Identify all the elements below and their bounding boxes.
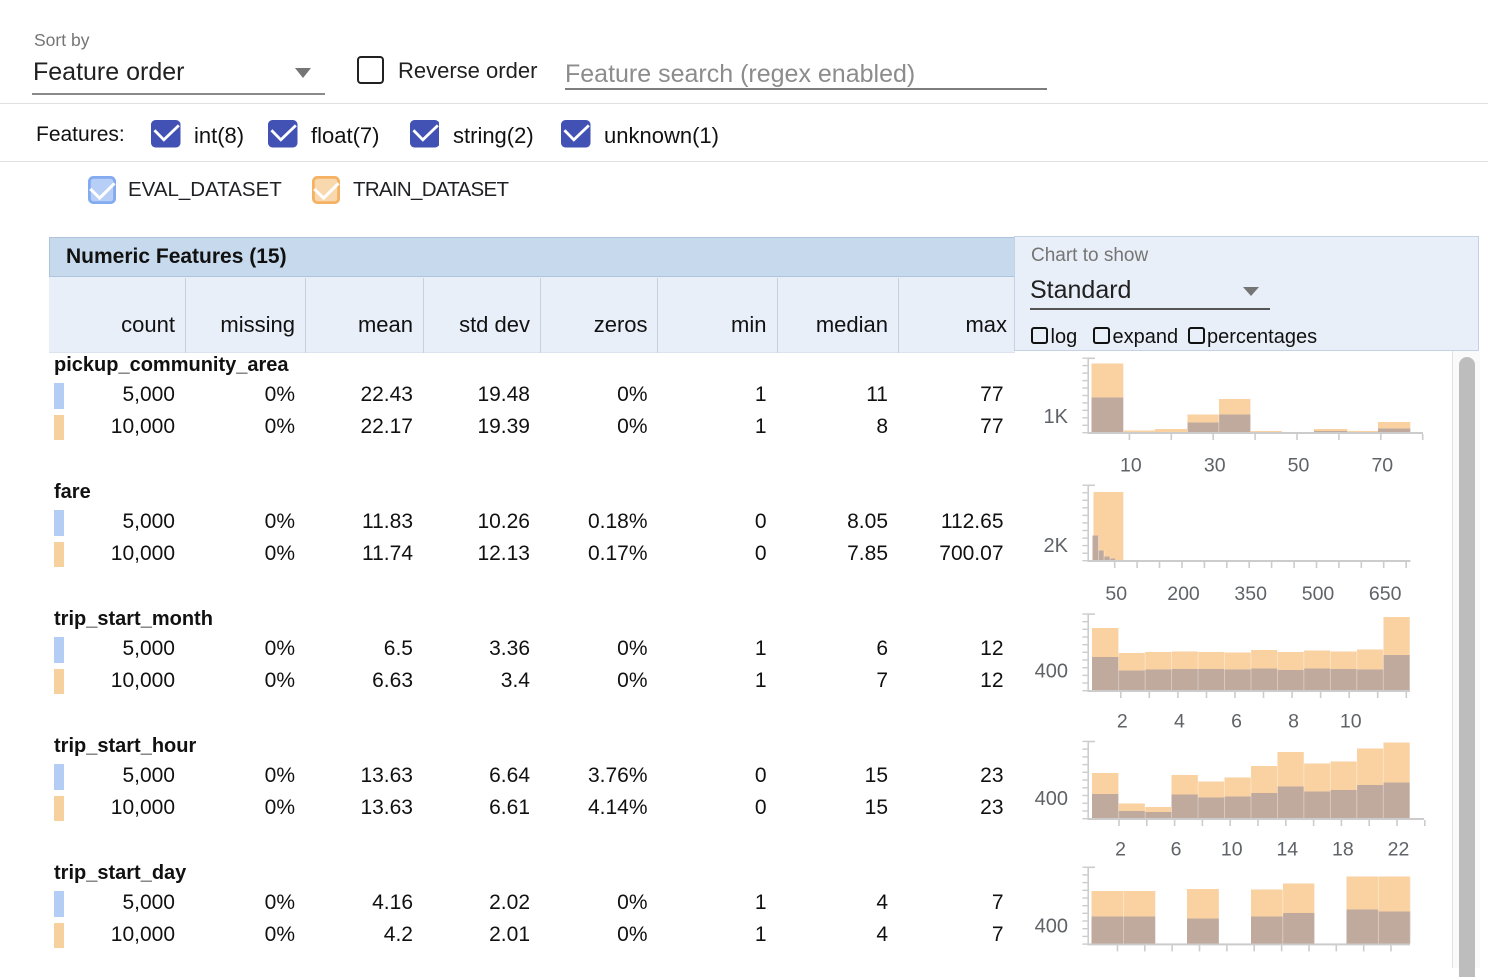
svg-text:8: 8 (1288, 710, 1299, 732)
svg-text:70: 70 (1371, 455, 1393, 477)
svg-text:10: 10 (1120, 455, 1142, 477)
svg-text:10: 10 (1340, 710, 1362, 732)
svg-text:30: 30 (1204, 455, 1226, 477)
svg-text:650: 650 (1369, 583, 1402, 605)
svg-text:350: 350 (1234, 583, 1267, 605)
svg-text:2: 2 (1115, 839, 1126, 861)
svg-text:500: 500 (1302, 583, 1335, 605)
svg-text:10: 10 (1221, 839, 1243, 861)
svg-text:2: 2 (1117, 710, 1128, 732)
svg-text:400: 400 (1035, 661, 1068, 683)
svg-text:400: 400 (1035, 788, 1068, 810)
svg-text:18: 18 (1332, 839, 1354, 861)
svg-text:400: 400 (1035, 916, 1068, 938)
svg-text:1K: 1K (1044, 406, 1069, 428)
svg-text:50: 50 (1105, 583, 1127, 605)
svg-text:14: 14 (1276, 839, 1298, 861)
svg-text:200: 200 (1167, 583, 1200, 605)
svg-text:4: 4 (1174, 710, 1185, 732)
svg-text:6: 6 (1231, 710, 1242, 732)
svg-text:22: 22 (1388, 839, 1410, 861)
svg-text:6: 6 (1171, 839, 1182, 861)
svg-text:2K: 2K (1044, 535, 1069, 557)
svg-text:50: 50 (1288, 455, 1310, 477)
